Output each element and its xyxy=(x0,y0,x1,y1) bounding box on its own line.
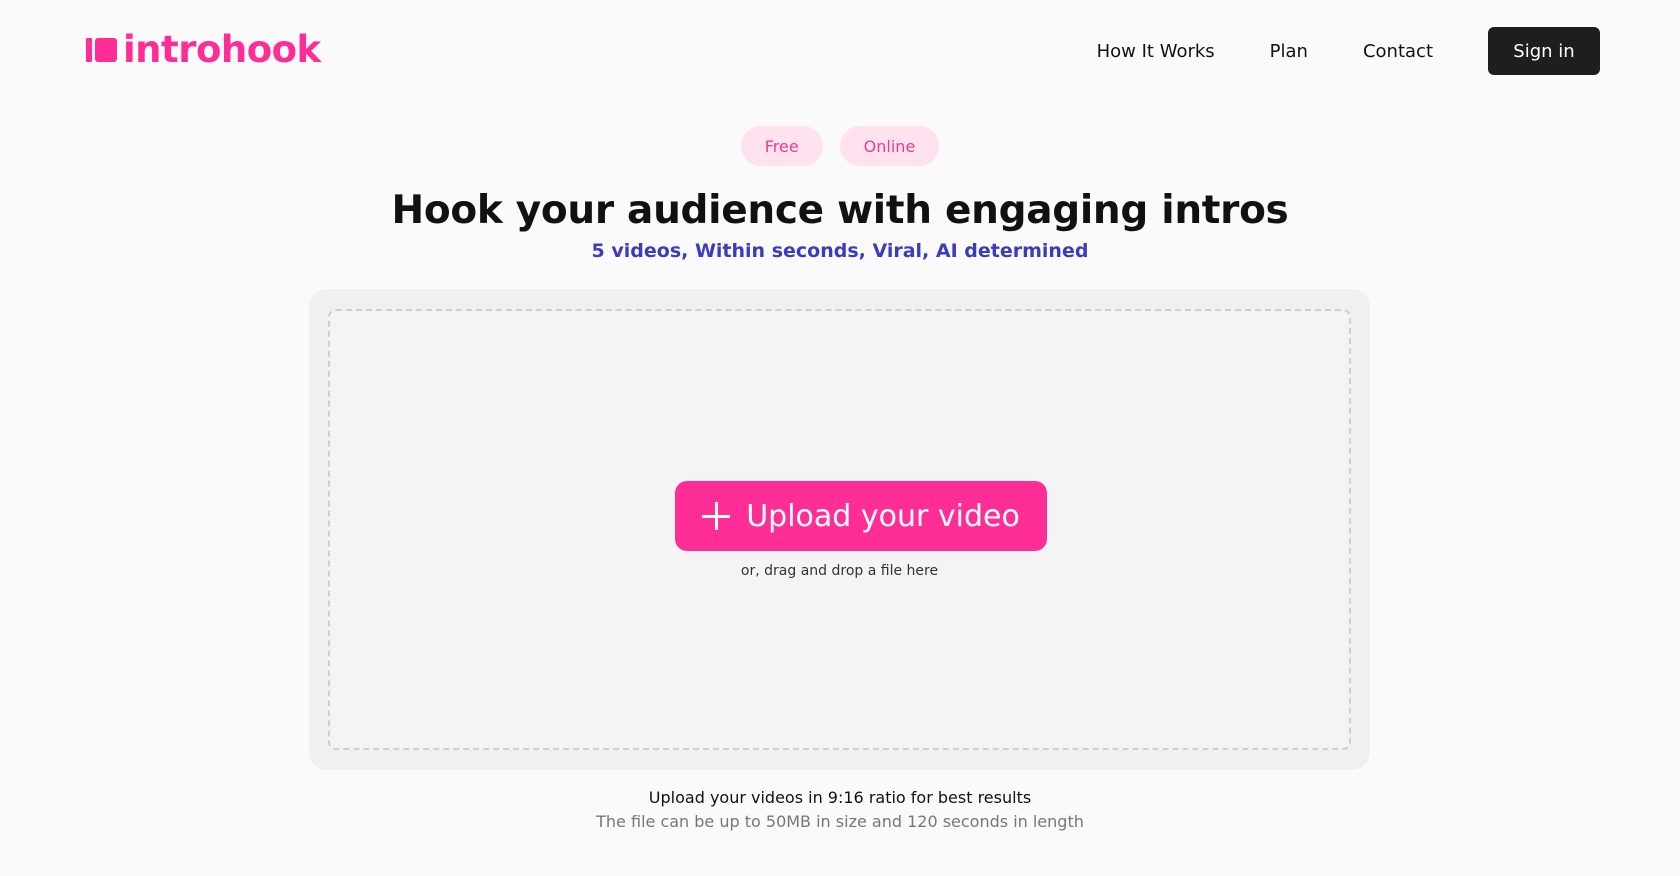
site-header: introhook How It Works Plan Contact Sign… xyxy=(0,0,1680,102)
upload-card: Upload your video or, drag and drop a fi… xyxy=(309,289,1370,770)
upload-button-label: Upload your video xyxy=(746,498,1020,534)
brand-name: introhook xyxy=(123,28,321,71)
nav-plan[interactable]: Plan xyxy=(1270,41,1308,62)
nav-how-it-works[interactable]: How It Works xyxy=(1097,41,1215,62)
logo-mark-icon xyxy=(86,38,117,62)
pill-free: Free xyxy=(740,126,823,166)
feature-pills: Free Online xyxy=(0,126,1680,166)
page-title: Hook your audience with engaging intros xyxy=(391,188,1289,233)
page: introhook How It Works Plan Contact Sign… xyxy=(0,0,1680,876)
plus-icon xyxy=(702,502,731,530)
drag-drop-hint: or, drag and drop a file here xyxy=(740,563,939,579)
file-dropzone[interactable]: Upload your video or, drag and drop a fi… xyxy=(328,309,1351,750)
sign-in-button[interactable]: Sign in xyxy=(1488,27,1600,75)
ratio-note: Upload your videos in 9:16 ratio for bes… xyxy=(648,788,1032,807)
nav-contact[interactable]: Contact xyxy=(1363,41,1433,62)
brand-logo[interactable]: introhook xyxy=(86,30,321,70)
page-subtitle: 5 videos, Within seconds, Viral, AI dete… xyxy=(591,240,1089,262)
upload-video-button[interactable]: Upload your video xyxy=(675,481,1047,551)
limits-note: The file can be up to 50MB in size and 1… xyxy=(596,812,1084,831)
main-nav: How It Works Plan Contact Sign in xyxy=(1097,27,1600,75)
pill-online: Online xyxy=(839,126,940,166)
